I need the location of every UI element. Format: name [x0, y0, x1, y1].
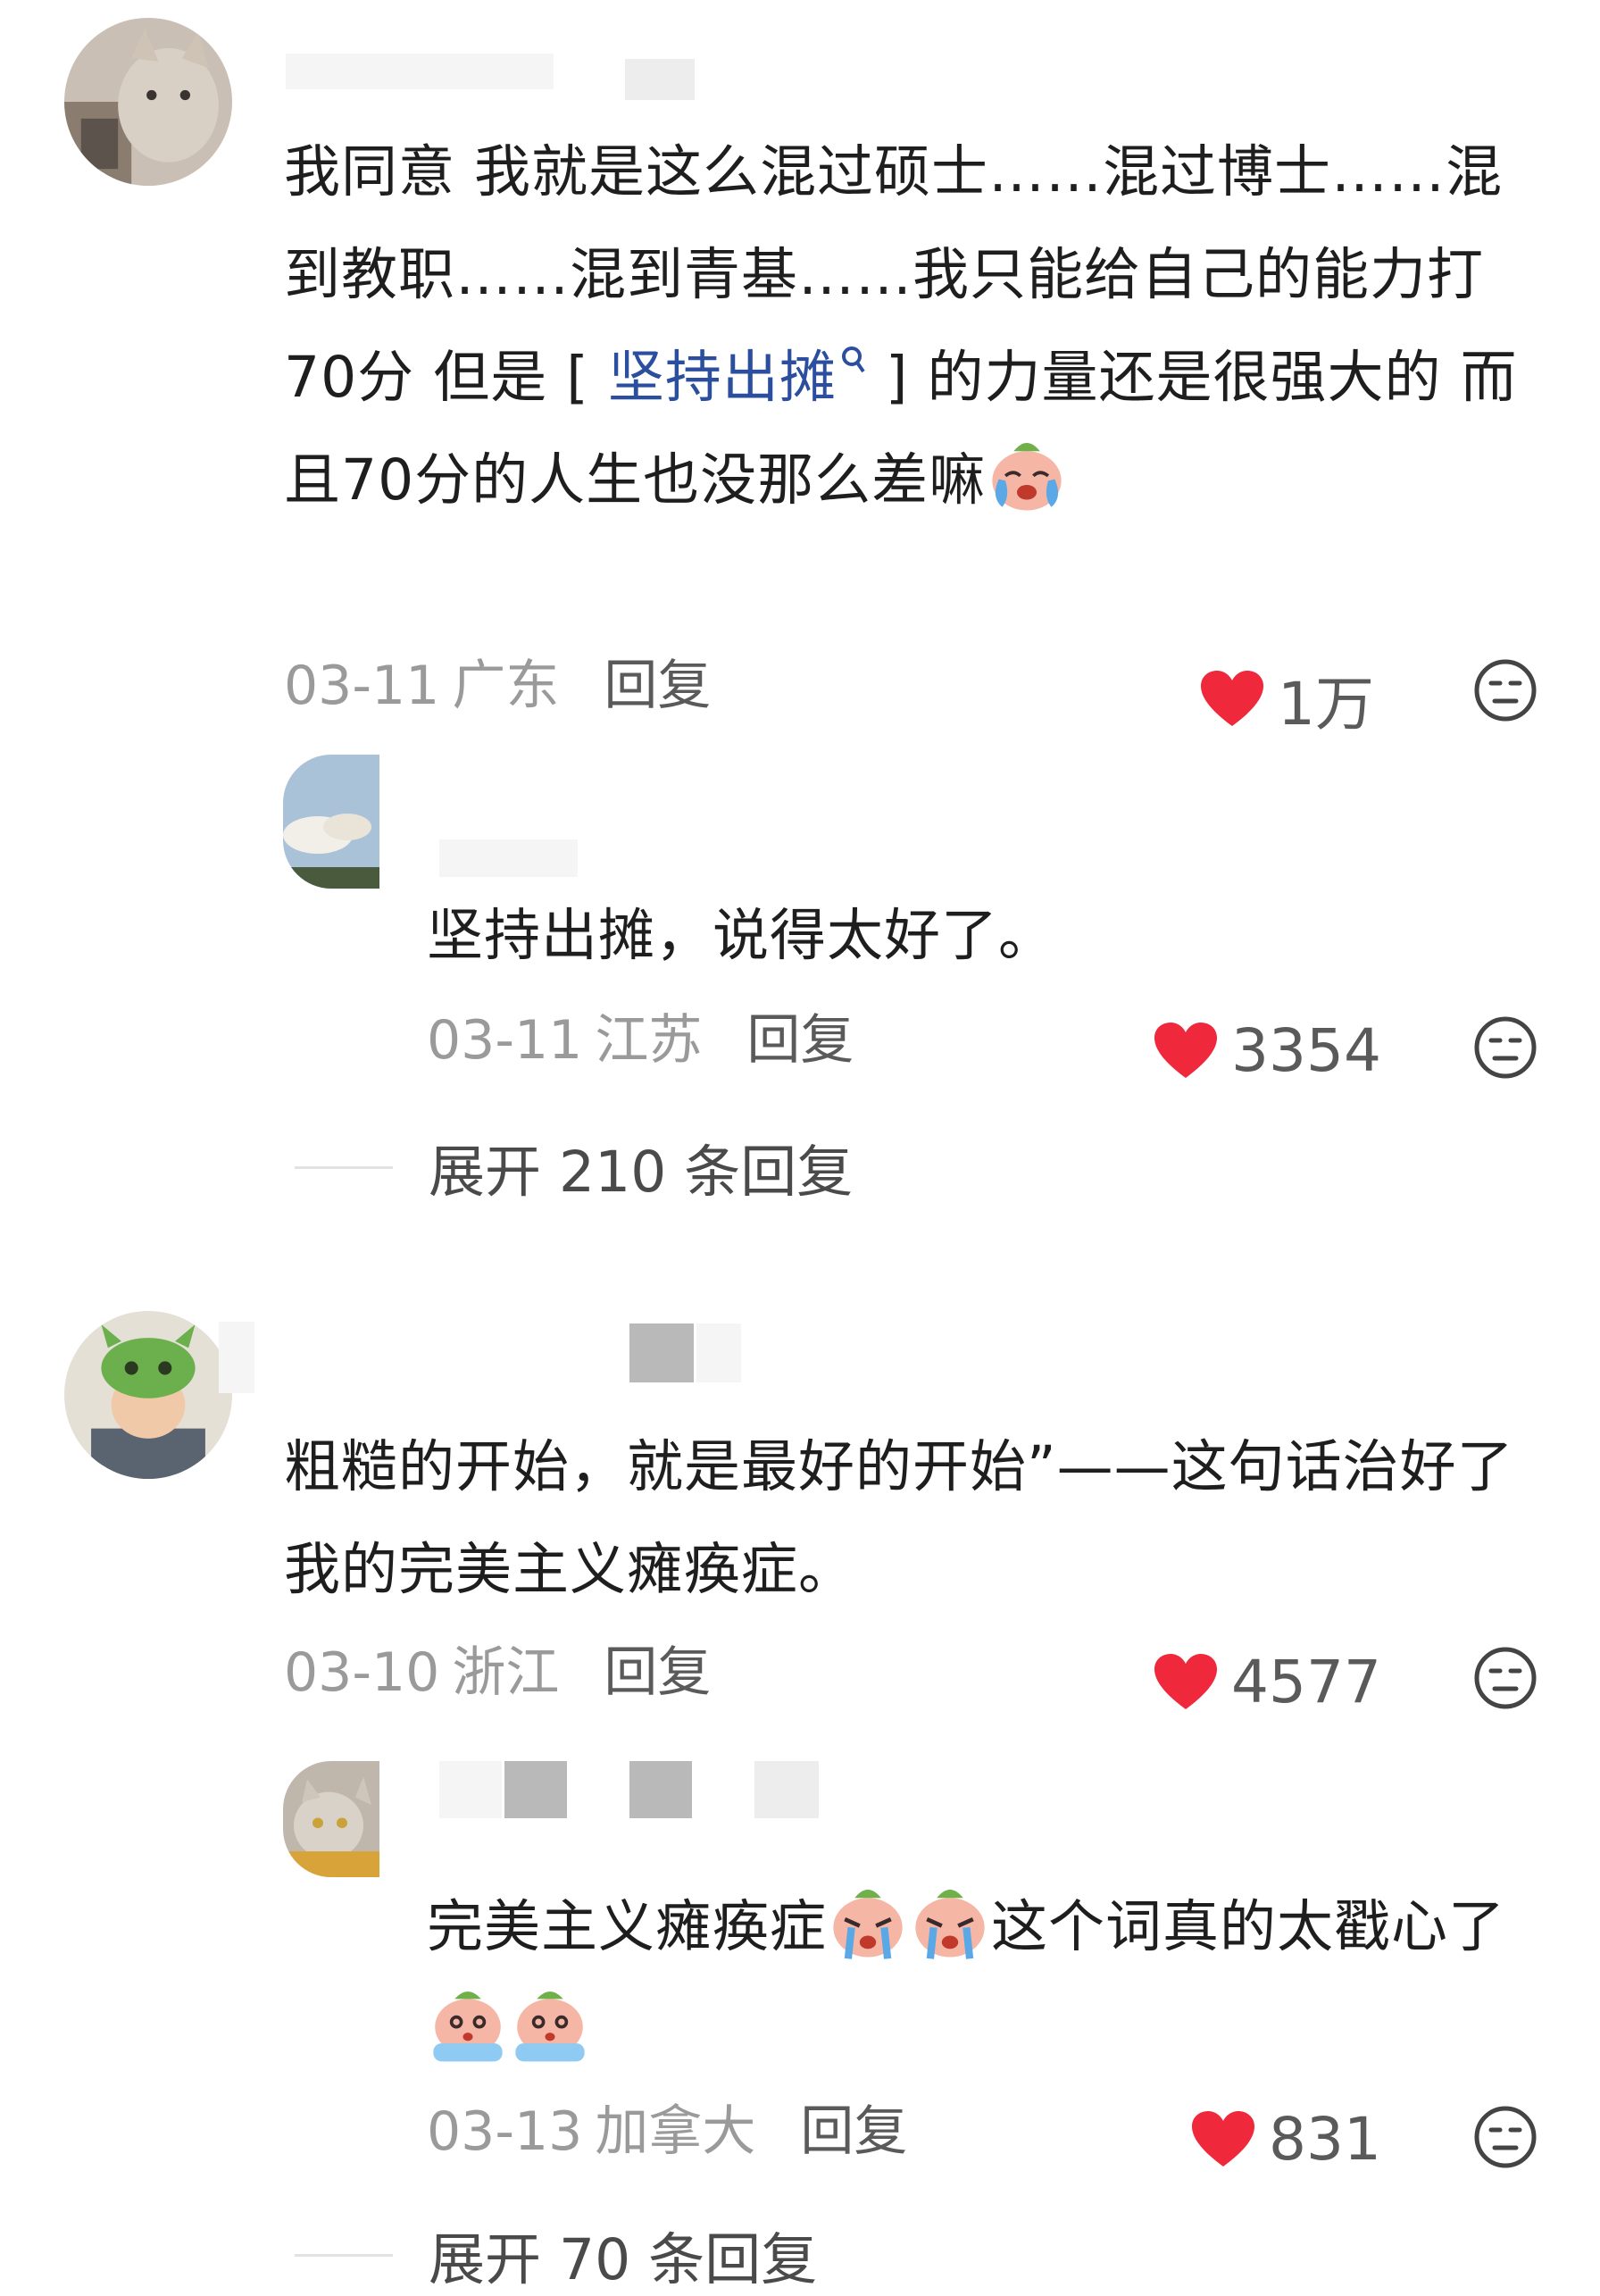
reply-button[interactable]: 回复: [746, 1009, 854, 1072]
comment-meta: 03-11 广东 回复: [284, 655, 711, 717]
avatar-cat-image: [64, 18, 232, 186]
reply-text-body: 完美主义瘫痪症: [427, 1894, 827, 1959]
avatar-cat[interactable]: [64, 18, 232, 186]
comment-meta: 03-10 浙江 回复: [284, 1641, 711, 1704]
sobbing-face-emoji: [915, 1890, 985, 1959]
username-redacted-block: [504, 1761, 567, 1818]
avatar-cat-small-image: [283, 1761, 379, 1877]
comment-text: 粗糙的开始，就是最好的开始”——这句话治好了我的完美主义瘫痪症。: [284, 1415, 1534, 1621]
username-redacted[interactable]: [439, 1761, 502, 1818]
heart-icon: [1154, 1653, 1217, 1709]
username-redacted-block: [629, 1761, 692, 1818]
avatar-child[interactable]: [64, 1311, 232, 1479]
username-redacted-block: [696, 1323, 741, 1382]
bracket-close: ]: [885, 345, 909, 410]
bracket-open: [: [566, 345, 589, 410]
search-link[interactable]: 坚持出摊: [608, 345, 867, 410]
heart-icon: [1154, 1022, 1217, 1078]
like-button[interactable]: 3354: [1154, 1016, 1381, 1085]
expand-replies-label: 展开 210 条回复: [429, 1140, 854, 1205]
avatar-sky[interactable]: [283, 755, 379, 889]
reply-button[interactable]: 回复: [800, 2100, 907, 2163]
heart-icon: [1192, 2110, 1254, 2167]
reply-text-body: 坚持出摊，说得太好了。: [427, 903, 1055, 968]
dislike-face-icon[interactable]: [1473, 1646, 1538, 1710]
reply-button[interactable]: 回复: [604, 1641, 711, 1704]
like-button[interactable]: 4577: [1154, 1648, 1381, 1716]
like-count: 4577: [1231, 1648, 1381, 1716]
expand-replies-button[interactable]: 展开 70 条回复: [295, 2215, 817, 2296]
avatar-sky-image: [283, 755, 379, 889]
comment-region: 浙江: [452, 1641, 560, 1704]
comment-date: 03-10: [284, 1641, 440, 1704]
username-redacted[interactable]: [439, 839, 578, 877]
like-button[interactable]: 831: [1192, 2105, 1381, 2174]
username-redacted[interactable]: [219, 1322, 254, 1393]
dislike-face-icon[interactable]: [1473, 658, 1538, 722]
reply-meta: 03-11 江苏 回复: [427, 1009, 854, 1072]
search-link-label: 坚持出摊: [607, 345, 837, 410]
dislike-face-icon[interactable]: [1473, 1015, 1538, 1080]
comment-text-body: 粗糙的开始，就是最好的开始”——这句话治好了我的完美主义瘫痪症。: [284, 1434, 1514, 1602]
reply-text: 坚持出摊，说得太好了。: [427, 884, 1055, 987]
sobbing-face-emoji: [833, 1890, 903, 1959]
like-count: 831: [1269, 2105, 1381, 2174]
crying-face-emoji: [433, 1991, 503, 2062]
reply-region: 加拿大: [595, 2100, 756, 2163]
avatar-cat-small[interactable]: [283, 1761, 379, 1877]
dislike-face-icon[interactable]: [1473, 2105, 1538, 2169]
expand-replies-label: 展开 70 条回复: [429, 2227, 818, 2292]
heart-icon: [1201, 671, 1263, 726]
expand-replies-button[interactable]: 展开 210 条回复: [295, 1127, 853, 1208]
username-redacted-block: [629, 1323, 694, 1382]
username-redacted-block: [625, 59, 695, 100]
comment-text: 我同意 我就是这么混过硕士……混过博士……混到教职……混到青基……我只能给自己的…: [284, 121, 1534, 531]
like-button[interactable]: 1万: [1201, 656, 1374, 742]
comment-date: 03-11: [284, 655, 440, 717]
username-redacted[interactable]: [286, 54, 554, 89]
reply-meta: 03-13 加拿大 回复: [427, 2100, 907, 2163]
divider-line: [295, 2254, 393, 2257]
reply-text-tail: 这个词真的太戳心了: [991, 1894, 1505, 1959]
crying-face-emoji: [992, 443, 1062, 511]
reply-button[interactable]: 回复: [604, 655, 711, 717]
like-count: 1万: [1278, 670, 1374, 739]
like-count: 3354: [1231, 1016, 1381, 1085]
search-icon: [841, 346, 865, 373]
crying-face-emoji: [515, 1991, 585, 2062]
comment-region: 广东: [452, 655, 560, 717]
reply-date: 03-11: [427, 1009, 583, 1072]
username-redacted-block: [754, 1761, 819, 1818]
divider-line: [295, 1166, 393, 1169]
reply-date: 03-13: [427, 2100, 583, 2163]
reply-region: 江苏: [595, 1009, 703, 1072]
reply-text: 完美主义瘫痪症 这个词真的太戳心了: [427, 1875, 1543, 2081]
avatar-child-image: [64, 1311, 232, 1479]
